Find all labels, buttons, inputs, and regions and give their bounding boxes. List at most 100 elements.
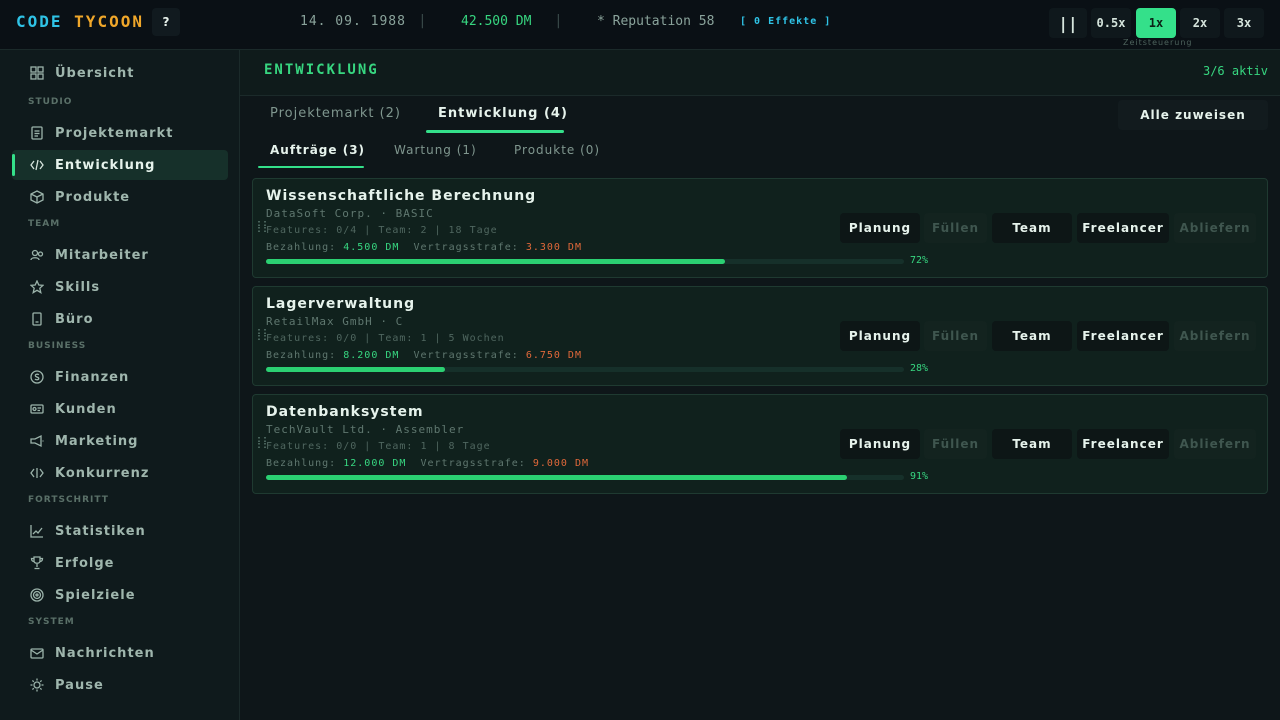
project-payment: Bezahlung: 4.500 DM Vertragsstrafe: 3.30… [266, 242, 582, 253]
speed-caption: Zeitsteuerung [1123, 38, 1193, 47]
sidebar-item-overview[interactable]: Übersicht [12, 58, 228, 88]
pause-button[interactable]: || [1049, 8, 1087, 38]
sidebar-item-skills[interactable]: Skills [12, 272, 228, 302]
assign-all-button[interactable]: Alle zuweisen [1118, 100, 1268, 130]
plan-button[interactable]: Planung [840, 429, 920, 459]
sidebar-section-title: BUSINESS [28, 341, 87, 351]
sidebar-item-label: Entwicklung [55, 157, 156, 173]
sidebar-item-mitarbeiter[interactable]: Mitarbeiter [12, 240, 228, 270]
progress-bar [266, 259, 904, 264]
sidebar-item-projektemarkt[interactable]: Projektemarkt [12, 118, 228, 148]
payment-label: Bezahlung: [266, 458, 337, 469]
sidebar-item-label: Pause [55, 677, 104, 693]
penalty-value: 6.750 DM [525, 350, 582, 361]
progress-percent: 72% [910, 255, 929, 266]
sidebar-item-entwicklung[interactable]: Entwicklung [12, 150, 228, 180]
project-payment: Bezahlung: 12.000 DM Vertragsstrafe: 9.0… [266, 458, 589, 469]
sidebar-item-label: Büro [55, 311, 94, 327]
sidebar-item-konkurrenz[interactable]: Konkurrenz [12, 458, 228, 488]
deliver-button[interactable]: Abliefern [1174, 213, 1256, 243]
sidebar-item-label: Spielziele [55, 587, 136, 603]
chart-icon [28, 522, 46, 540]
sidebar-item-statistiken[interactable]: Statistiken [12, 516, 228, 546]
project-client: TechVault Ltd. · Assembler [266, 423, 465, 436]
sidebar-item-kunden[interactable]: Kunden [12, 394, 228, 424]
grid-icon [28, 64, 46, 82]
subtab-auftraege[interactable]: Aufträge (3) [270, 143, 365, 157]
project-card[interactable]: :::: Datenbanksystem TechVault Ltd. · As… [252, 394, 1268, 494]
sidebar-item-label: Konkurrenz [55, 465, 150, 481]
speed-2x-button[interactable]: 2x [1180, 8, 1220, 38]
sidebar-item-label: Mitarbeiter [55, 247, 149, 263]
plan-button[interactable]: Planung [840, 213, 920, 243]
megaphone-icon [28, 432, 46, 450]
app-logo: CODE TYCOON [16, 12, 144, 31]
freelancer-button[interactable]: Freelancer [1077, 321, 1169, 351]
subtab-wartung[interactable]: Wartung (1) [394, 143, 477, 157]
progress-percent: 91% [910, 471, 929, 482]
progress-bar [266, 475, 904, 480]
people-icon [28, 246, 46, 264]
logo-code: CODE [16, 12, 63, 31]
active-count: 3/6 aktiv [1202, 64, 1268, 78]
sidebar-item-nachrichten[interactable]: Nachrichten [12, 638, 228, 668]
payment-value: 12.000 DM [343, 458, 407, 469]
payment-value: 8.200 DM [343, 350, 400, 361]
document-icon [28, 124, 46, 142]
deliver-button[interactable]: Abliefern [1174, 321, 1256, 351]
sidebar-item-label: Produkte [55, 189, 131, 205]
penalty-label: Vertragsstrafe: [413, 350, 519, 361]
code-icon [28, 464, 46, 482]
speed-0-5x-button[interactable]: 0.5x [1091, 8, 1131, 38]
team-button[interactable]: Team [992, 429, 1072, 459]
payment-label: Bezahlung: [266, 242, 337, 253]
reputation-display: * Reputation 58 [597, 14, 715, 29]
id-card-icon [28, 400, 46, 418]
subtab-produkte[interactable]: Produkte (0) [514, 143, 600, 157]
project-card[interactable]: :::: Wissenschaftliche Berechnung DataSo… [252, 178, 1268, 278]
sidebar-item-marketing[interactable]: Marketing [12, 426, 228, 456]
fill-button[interactable]: Füllen [924, 429, 987, 459]
sidebar-item-buero[interactable]: Büro [12, 304, 228, 334]
deliver-button[interactable]: Abliefern [1174, 429, 1256, 459]
top-bar: CODE TYCOON ? 14. 09. 1988 | 42.500 DM |… [0, 0, 1280, 50]
tab-projektemarkt[interactable]: Projektemarkt (2) [270, 106, 401, 121]
freelancer-button[interactable]: Freelancer [1077, 429, 1169, 459]
project-client: DataSoft Corp. · BASIC [266, 207, 434, 220]
project-title: Wissenschaftliche Berechnung [266, 188, 537, 204]
star-icon [28, 278, 46, 296]
sidebar-item-label: Erfolge [55, 555, 115, 571]
trophy-icon [28, 554, 46, 572]
separator: | [420, 13, 425, 29]
team-button[interactable]: Team [992, 321, 1072, 351]
help-button[interactable]: ? [152, 8, 180, 36]
game-date: 14. 09. 1988 [300, 14, 406, 29]
page-title: ENTWICKLUNG [264, 62, 379, 78]
sidebar-section-title: TEAM [28, 219, 61, 229]
tab-entwicklung[interactable]: Entwicklung (4) [438, 106, 568, 121]
main-panel: ENTWICKLUNG 3/6 aktiv Projektemarkt (2) … [240, 50, 1280, 720]
effects-button[interactable]: [ 0 Effekte ] [740, 16, 831, 27]
project-card[interactable]: :::: Lagerverwaltung RetailMax GmbH · C … [252, 286, 1268, 386]
project-meta: Features: 0/0 | Team: 1 | 5 Wochen [266, 333, 505, 344]
sidebar-item-pause[interactable]: Pause [12, 670, 228, 700]
fill-button[interactable]: Füllen [924, 213, 987, 243]
speed-1x-button[interactable]: 1x [1136, 8, 1176, 38]
freelancer-button[interactable]: Freelancer [1077, 213, 1169, 243]
sidebar-item-spielziele[interactable]: Spielziele [12, 580, 228, 610]
sidebar-item-erfolge[interactable]: Erfolge [12, 548, 228, 578]
plan-button[interactable]: Planung [840, 321, 920, 351]
sidebar-item-finanzen[interactable]: Finanzen [12, 362, 228, 392]
fill-button[interactable]: Füllen [924, 321, 987, 351]
sidebar-item-label: Finanzen [55, 369, 130, 385]
project-title: Lagerverwaltung [266, 296, 416, 312]
tab-active-indicator [426, 130, 564, 133]
progress-percent: 28% [910, 363, 929, 374]
team-button[interactable]: Team [992, 213, 1072, 243]
speed-3x-button[interactable]: 3x [1224, 8, 1264, 38]
sidebar-section-title: SYSTEM [28, 617, 75, 627]
sidebar-item-label: Marketing [55, 433, 139, 449]
sidebar-item-produkte[interactable]: Produkte [12, 182, 228, 212]
sidebar: Übersicht STUDIO Projektemarkt Entwicklu… [0, 50, 240, 720]
penalty-label: Vertragsstrafe: [413, 242, 519, 253]
